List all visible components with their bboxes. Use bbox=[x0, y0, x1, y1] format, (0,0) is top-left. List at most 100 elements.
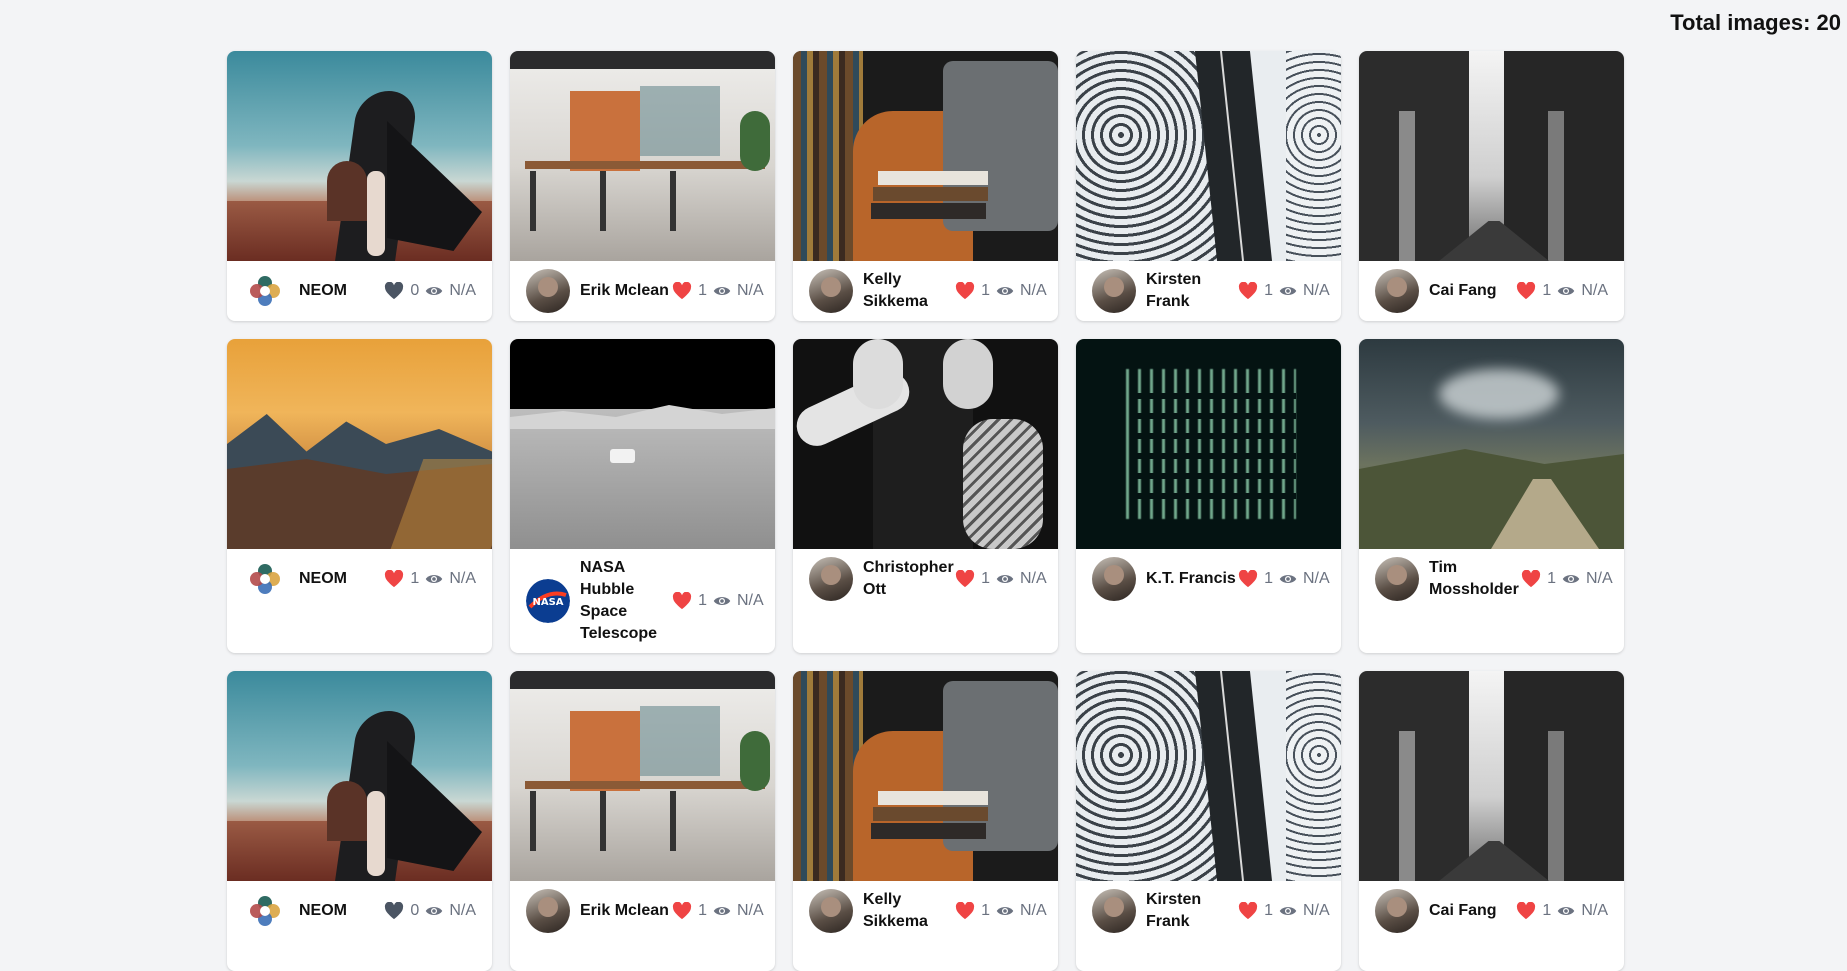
card-image[interactable] bbox=[510, 51, 775, 261]
like-icon[interactable] bbox=[1238, 902, 1258, 920]
author-avatar[interactable] bbox=[1375, 889, 1419, 933]
card-image[interactable] bbox=[793, 339, 1058, 549]
card-image[interactable] bbox=[793, 671, 1058, 881]
image-card[interactable]: Kelly Sikkema 1 N/A bbox=[793, 671, 1058, 971]
like-count: 1 bbox=[981, 282, 990, 299]
author-name[interactable]: NASA Hubble Space Telescope bbox=[580, 557, 672, 645]
author-name[interactable]: Christopher Ott bbox=[863, 557, 955, 601]
total-images-count: Total images: 20 bbox=[1670, 10, 1841, 35]
card-meta: Erik Mclean 1 N/A bbox=[510, 261, 775, 321]
author-name[interactable]: Cai Fang bbox=[1429, 280, 1516, 302]
author-avatar[interactable] bbox=[526, 889, 570, 933]
like-icon[interactable] bbox=[384, 570, 404, 588]
view-count: N/A bbox=[1303, 282, 1330, 299]
views-icon bbox=[1557, 904, 1575, 918]
author-name[interactable]: Cai Fang bbox=[1429, 900, 1516, 922]
card-image[interactable] bbox=[227, 339, 492, 549]
card-stats: 1 N/A bbox=[1238, 900, 1330, 922]
image-card[interactable]: Kirsten Frank 1 N/A bbox=[1076, 51, 1341, 321]
like-icon[interactable] bbox=[384, 282, 404, 300]
like-icon[interactable] bbox=[1516, 282, 1536, 300]
image-card[interactable]: Erik Mclean 1 N/A bbox=[510, 671, 775, 971]
author-avatar[interactable] bbox=[809, 557, 853, 601]
author-avatar[interactable] bbox=[526, 269, 570, 313]
image-card[interactable]: Kelly Sikkema 1 N/A bbox=[793, 51, 1058, 321]
author-avatar[interactable] bbox=[1092, 889, 1136, 933]
author-name[interactable]: NEOM bbox=[299, 568, 384, 590]
card-meta: K.T. Francis 1 N/A bbox=[1076, 549, 1341, 609]
like-icon[interactable] bbox=[1238, 570, 1258, 588]
view-count: N/A bbox=[1020, 282, 1047, 299]
author-name[interactable]: Kelly Sikkema bbox=[863, 269, 955, 313]
author-name[interactable]: K.T. Francis bbox=[1146, 568, 1238, 590]
author-avatar[interactable] bbox=[247, 273, 283, 309]
view-count: N/A bbox=[1581, 282, 1608, 299]
image-card[interactable]: NEOM 0 N/A bbox=[227, 51, 492, 321]
view-count: N/A bbox=[449, 282, 476, 299]
card-meta: Tim Mossholder 1 N/A bbox=[1359, 549, 1624, 609]
image-card[interactable]: Kirsten Frank 1 N/A bbox=[1076, 671, 1341, 971]
image-card[interactable]: NASA NASA Hubble Space Telescope 1 N/A bbox=[510, 339, 775, 653]
image-card[interactable]: Christopher Ott 1 N/A bbox=[793, 339, 1058, 653]
view-count: N/A bbox=[1020, 902, 1047, 919]
author-name[interactable]: Erik Mclean bbox=[580, 280, 672, 302]
like-icon[interactable] bbox=[1238, 282, 1258, 300]
card-image[interactable] bbox=[1359, 671, 1624, 881]
image-card[interactable]: NEOM 1 N/A bbox=[227, 339, 492, 653]
card-meta: Kirsten Frank 1 N/A bbox=[1076, 261, 1341, 321]
card-image[interactable] bbox=[1359, 339, 1624, 549]
card-stats: 0 N/A bbox=[384, 900, 476, 922]
views-icon bbox=[1557, 284, 1575, 298]
views-icon bbox=[713, 594, 731, 608]
author-name[interactable]: Erik Mclean bbox=[580, 900, 672, 922]
author-avatar[interactable] bbox=[809, 889, 853, 933]
card-meta: Kirsten Frank 1 N/A bbox=[1076, 881, 1341, 941]
like-icon[interactable] bbox=[672, 902, 692, 920]
card-stats: 1 N/A bbox=[955, 280, 1047, 302]
image-card[interactable]: NEOM 0 N/A bbox=[227, 671, 492, 971]
image-card[interactable]: K.T. Francis 1 N/A bbox=[1076, 339, 1341, 653]
card-image[interactable] bbox=[1076, 51, 1341, 261]
like-icon[interactable] bbox=[672, 282, 692, 300]
image-card[interactable]: Cai Fang 1 N/A bbox=[1359, 51, 1624, 321]
like-icon[interactable] bbox=[955, 282, 975, 300]
like-icon[interactable] bbox=[955, 902, 975, 920]
author-name[interactable]: NEOM bbox=[299, 280, 384, 302]
view-count: N/A bbox=[737, 592, 764, 609]
author-avatar[interactable]: NASA bbox=[526, 579, 570, 623]
author-avatar[interactable] bbox=[1375, 557, 1419, 601]
image-card[interactable]: Tim Mossholder 1 N/A bbox=[1359, 339, 1624, 653]
card-image[interactable] bbox=[227, 51, 492, 261]
author-avatar[interactable] bbox=[809, 269, 853, 313]
like-count: 1 bbox=[1542, 902, 1552, 919]
author-name[interactable]: Kirsten Frank bbox=[1146, 889, 1238, 933]
card-image[interactable] bbox=[1076, 339, 1341, 549]
image-card[interactable]: Erik Mclean 1 N/A bbox=[510, 51, 775, 321]
like-count: 1 bbox=[698, 282, 707, 299]
like-icon[interactable] bbox=[672, 592, 692, 610]
card-image[interactable] bbox=[227, 671, 492, 881]
author-name[interactable]: Tim Mossholder bbox=[1429, 557, 1521, 601]
like-icon[interactable] bbox=[384, 902, 404, 920]
author-name[interactable]: Kirsten Frank bbox=[1146, 269, 1238, 313]
like-icon[interactable] bbox=[1516, 902, 1536, 920]
card-image[interactable] bbox=[510, 339, 775, 549]
card-image[interactable] bbox=[1359, 51, 1624, 261]
like-icon[interactable] bbox=[1521, 570, 1541, 588]
like-icon[interactable] bbox=[955, 570, 975, 588]
card-image[interactable] bbox=[793, 51, 1058, 261]
author-name[interactable]: NEOM bbox=[299, 900, 384, 922]
like-count: 1 bbox=[410, 570, 420, 587]
author-avatar[interactable] bbox=[1092, 269, 1136, 313]
card-image[interactable] bbox=[1076, 671, 1341, 881]
image-card[interactable]: Cai Fang 1 N/A bbox=[1359, 671, 1624, 971]
card-image[interactable] bbox=[510, 671, 775, 881]
author-avatar[interactable] bbox=[247, 893, 283, 929]
author-avatar[interactable] bbox=[1375, 269, 1419, 313]
like-count: 1 bbox=[981, 570, 990, 587]
card-meta: Erik Mclean 1 N/A bbox=[510, 881, 775, 941]
author-avatar[interactable] bbox=[247, 561, 283, 597]
card-meta: NEOM 0 N/A bbox=[227, 881, 492, 941]
author-name[interactable]: Kelly Sikkema bbox=[863, 889, 955, 933]
author-avatar[interactable] bbox=[1092, 557, 1136, 601]
